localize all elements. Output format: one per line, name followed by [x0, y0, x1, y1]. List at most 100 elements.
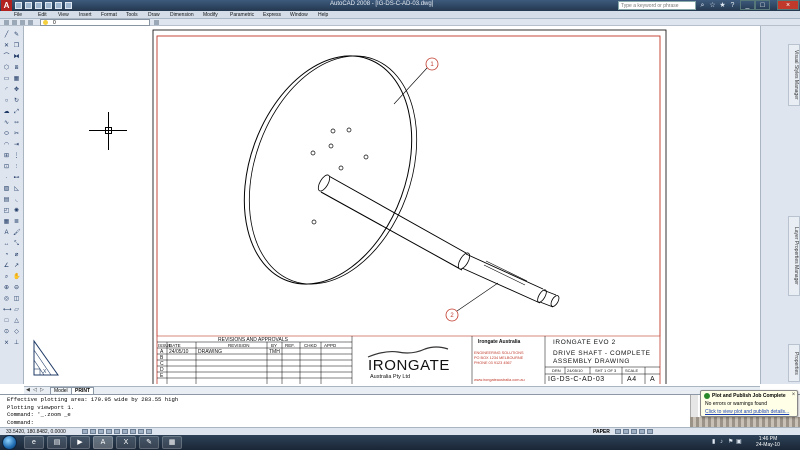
- explode-icon[interactable]: ✺: [12, 206, 21, 215]
- match-properties-icon[interactable]: 🖌: [12, 228, 21, 237]
- ortho-toggle[interactable]: [98, 429, 104, 434]
- menu-format[interactable]: Format: [101, 11, 117, 19]
- ellipse-arc-icon[interactable]: ◠: [2, 140, 11, 149]
- menu-parametric[interactable]: Parametric: [230, 11, 254, 19]
- named-views-icon[interactable]: ◫: [12, 294, 21, 303]
- construction-line-icon[interactable]: ✕: [2, 41, 11, 50]
- plot-icon[interactable]: [45, 2, 52, 9]
- start-button[interactable]: [2, 435, 17, 450]
- move-icon[interactable]: ✥: [12, 85, 21, 94]
- command-prompt[interactable]: Command:: [7, 419, 34, 426]
- menu-edit[interactable]: Edit: [38, 11, 47, 19]
- zoom-icon[interactable]: ⌕: [2, 272, 11, 281]
- menu-file[interactable]: File: [14, 11, 22, 19]
- distance-icon[interactable]: ⟷: [2, 305, 12, 314]
- snap-quadrant-icon[interactable]: ◇: [12, 327, 21, 336]
- taskbar-paint-icon[interactable]: ✎: [139, 436, 159, 449]
- maximize-button[interactable]: □: [755, 0, 770, 10]
- drawing-sheet[interactable]: 1 2: [148, 26, 686, 384]
- grid-toggle[interactable]: [90, 429, 96, 434]
- application-menu-button[interactable]: A: [1, 0, 12, 11]
- tray-plot-icon[interactable]: ▣: [736, 439, 742, 445]
- revision-cloud-icon[interactable]: ☁: [2, 107, 11, 116]
- command-window[interactable]: Effective plotting area: 170.95 wide by …: [0, 394, 800, 427]
- osnap-toggle[interactable]: [114, 429, 120, 434]
- menu-window[interactable]: Window: [290, 11, 308, 19]
- chamfer-icon[interactable]: ◺: [12, 184, 21, 193]
- multiline-text-icon[interactable]: A: [2, 228, 11, 237]
- ducs-toggle[interactable]: [130, 429, 136, 434]
- zoom-window-icon[interactable]: ⊖: [12, 283, 21, 292]
- lwt-toggle[interactable]: [146, 429, 152, 434]
- menu-modify[interactable]: Modify: [203, 11, 218, 19]
- area-icon[interactable]: ▱: [12, 305, 21, 314]
- leader-icon[interactable]: ↗: [12, 261, 21, 270]
- open-icon[interactable]: [25, 2, 32, 9]
- undo-icon[interactable]: [55, 2, 62, 9]
- tray-flag-icon[interactable]: ⚑: [728, 439, 734, 445]
- menu-draw[interactable]: Draw: [148, 11, 160, 19]
- mirror-icon[interactable]: ⧓: [12, 52, 21, 61]
- trim-icon[interactable]: ✂: [12, 129, 21, 138]
- extend-icon[interactable]: ⇥: [12, 140, 21, 149]
- favorites-icon[interactable]: ★: [718, 1, 727, 10]
- break-icon[interactable]: ⫶: [12, 162, 21, 171]
- tray-volume-icon[interactable]: ♪: [720, 439, 726, 445]
- communication-center-icon[interactable]: ☆: [708, 1, 717, 10]
- menu-dimension[interactable]: Dimension: [170, 11, 194, 19]
- scale-icon[interactable]: ⤢: [12, 107, 21, 116]
- plot-details-link[interactable]: Click to view plot and publish details..…: [705, 409, 789, 415]
- erase-icon[interactable]: ✎: [12, 30, 21, 39]
- minimize-button[interactable]: _: [740, 0, 755, 10]
- polyline-icon[interactable]: ⌒: [2, 52, 11, 61]
- prev-tab-icon[interactable]: ◁: [33, 388, 38, 393]
- stretch-icon[interactable]: ⇿: [12, 118, 21, 127]
- infocenter-search-input[interactable]: Type a keyword or phrase: [618, 1, 696, 10]
- dim-aligned-icon[interactable]: ⤡: [12, 239, 21, 248]
- taskbar-media-icon[interactable]: ▶: [70, 436, 90, 449]
- snap-intersection-icon[interactable]: ⨯: [2, 338, 11, 347]
- quick-view-layouts-icon[interactable]: [615, 429, 621, 434]
- insert-block-icon[interactable]: ⊞: [2, 151, 11, 160]
- gradient-icon[interactable]: ▤: [2, 195, 11, 204]
- hatch-icon[interactable]: ▨: [2, 184, 11, 193]
- arc-icon[interactable]: ◜: [2, 85, 11, 94]
- copy-icon[interactable]: ❐: [12, 41, 21, 50]
- layer-properties-icon[interactable]: [4, 20, 9, 25]
- offset-icon[interactable]: ⧈: [12, 63, 21, 72]
- taskbar-autocad-icon[interactable]: A: [93, 436, 113, 449]
- qnew-icon[interactable]: [15, 2, 22, 9]
- join-icon[interactable]: ⊷: [12, 173, 21, 182]
- make-block-icon[interactable]: ⊡: [2, 162, 11, 171]
- pan-icon[interactable]: ✋: [12, 272, 21, 281]
- menu-express[interactable]: Express: [263, 11, 281, 19]
- rotate-icon[interactable]: ↻: [12, 96, 21, 105]
- taskbar-explorer-icon[interactable]: ▤: [47, 436, 67, 449]
- array-icon[interactable]: ▦: [12, 74, 21, 83]
- layer-states-icon[interactable]: [12, 20, 17, 25]
- snap-perpendicular-icon[interactable]: ⊥: [12, 338, 21, 347]
- dyn-toggle[interactable]: [138, 429, 144, 434]
- otrack-toggle[interactable]: [122, 429, 128, 434]
- layer-previous-icon[interactable]: [20, 20, 25, 25]
- dim-radius-icon[interactable]: ◔: [2, 250, 11, 259]
- pan-status-icon[interactable]: [631, 429, 637, 434]
- fillet-icon[interactable]: ◟: [12, 195, 21, 204]
- ellipse-icon[interactable]: ⬭: [2, 129, 11, 138]
- layer-dropdown[interactable]: 0: [40, 19, 150, 26]
- snap-midpoint-icon[interactable]: △: [12, 316, 21, 325]
- properties-icon[interactable]: ≣: [12, 217, 21, 226]
- properties-tab[interactable]: Properties: [788, 344, 800, 382]
- taskbar-ie-icon[interactable]: e: [24, 436, 44, 449]
- line-icon[interactable]: ╱: [2, 30, 11, 39]
- menu-insert[interactable]: Insert: [79, 11, 92, 19]
- help-icon[interactable]: ?: [728, 1, 737, 10]
- close-button[interactable]: ×: [777, 0, 799, 10]
- search-icon[interactable]: ⌕: [698, 1, 707, 10]
- visual-styles-manager-tab[interactable]: Visual Styles Manager: [788, 44, 800, 106]
- plot-complete-notification[interactable]: Plot and Publish Job Complete × No error…: [700, 390, 798, 417]
- taskbar-excel-icon[interactable]: X: [116, 436, 136, 449]
- dim-linear-icon[interactable]: ↔: [2, 239, 11, 248]
- dim-diameter-icon[interactable]: ⌀: [12, 250, 21, 259]
- zoom-extents-icon[interactable]: ⊕: [2, 283, 11, 292]
